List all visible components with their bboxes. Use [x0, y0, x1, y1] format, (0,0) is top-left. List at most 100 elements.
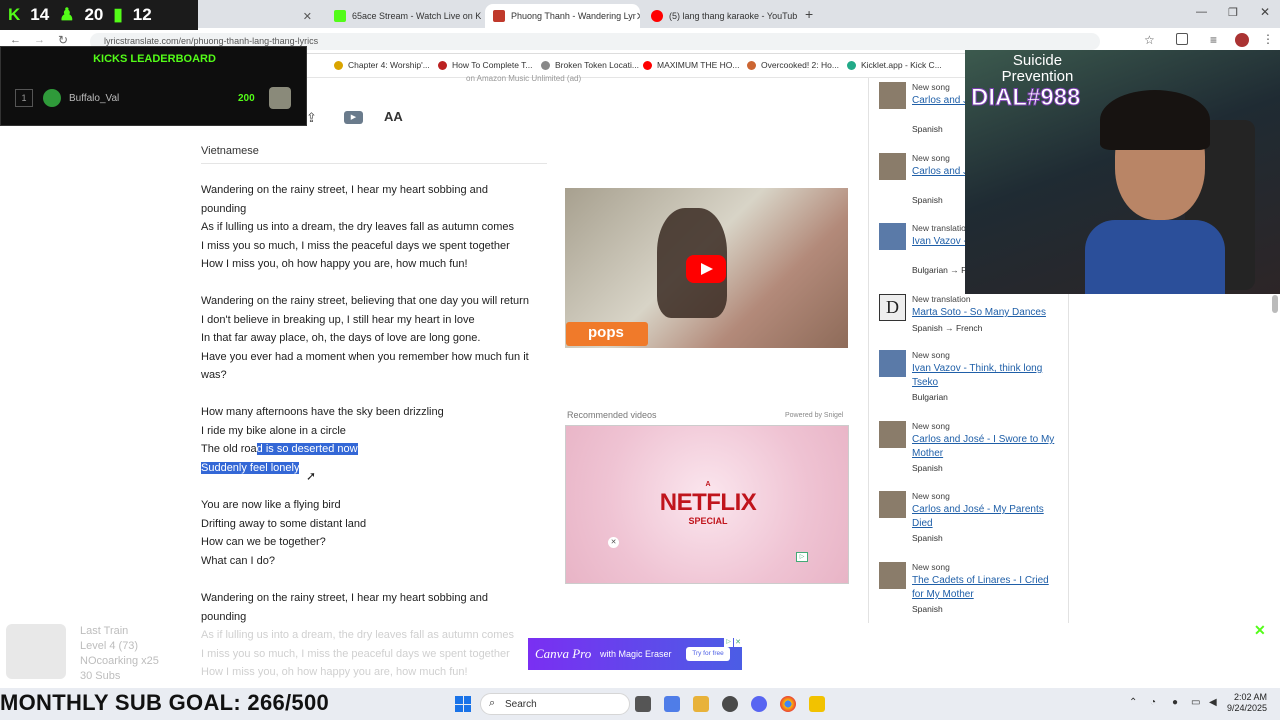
extensions-icon[interactable] — [1176, 33, 1188, 45]
leader-rank: 1 — [15, 89, 33, 107]
bookmark-icon — [747, 60, 756, 70]
star-icon[interactable]: ☆ — [1144, 33, 1155, 47]
back-icon[interactable]: ← — [10, 34, 21, 46]
leader-score: 200 — [238, 93, 255, 104]
close-icon[interactable]: ✕ — [608, 537, 619, 548]
youtube-icon[interactable]: ▶ — [344, 111, 363, 124]
source-language: Vietnamese — [201, 145, 259, 157]
streamer-hair — [1100, 90, 1210, 150]
tab-4[interactable]: (5) lang thang karaoke - YouTub ✕ — [643, 4, 798, 28]
close-icon[interactable]: ✕ — [1254, 622, 1266, 639]
search-icon: ⌕ — [489, 697, 496, 709]
discord-icon[interactable] — [751, 696, 767, 712]
adchoices-icon[interactable]: ▷ — [796, 552, 808, 562]
lyricstranslate-icon — [493, 10, 505, 22]
share-icon[interactable]: ⇪ — [306, 110, 317, 126]
restore-icon[interactable]: ❐ — [1228, 6, 1238, 19]
copilot-icon[interactable] — [664, 696, 680, 712]
close-icon[interactable]: ✕ — [636, 10, 640, 23]
profile-avatar[interactable] — [1235, 33, 1249, 47]
recommended-video[interactable]: A NETFLIX SPECIAL ✕ ▷ — [565, 425, 849, 584]
bookmark[interactable]: MAXIMUM THE HO... — [643, 60, 740, 70]
sub-goal-banner: MONTHLY SUB GOAL: 266/500 — [0, 690, 330, 715]
powered-by: Powered by Snigel — [785, 412, 844, 419]
reload-icon[interactable]: ↻ — [58, 33, 68, 47]
mouse-cursor-icon: ➚ — [306, 469, 317, 483]
suicide-prevention-banner: Suicide Prevention — [1001, 52, 1074, 85]
canva-ad[interactable]: Canva Pro with Magic Eraser Try for free… — [528, 638, 742, 670]
text-selection: Suddenly feel lonely — [201, 461, 300, 474]
bookmark[interactable]: Kicklet.app - Kick C... — [847, 60, 942, 70]
bookmark[interactable]: How To Complete T... — [438, 60, 532, 70]
tab-2[interactable]: 65ace Stream - Watch Live on K ✕ — [326, 4, 481, 28]
bookmark[interactable]: Chapter 4: Worship'... — [334, 60, 430, 70]
display-icon[interactable]: ▭ — [1191, 697, 1200, 708]
bookmark[interactable]: Overcooked! 2: Ho... — [747, 60, 839, 70]
hype-train: Last Train Level 4 (73) NOcoarking x25 3… — [80, 625, 159, 682]
lyric-line-selected: The old road is so deserted now — [201, 443, 358, 455]
kick-icon: K — [8, 5, 21, 24]
lyrics-stanza-5: Wandering on the rainy street, I hear my… — [201, 592, 488, 623]
close-icon[interactable]: ✕ — [303, 10, 312, 23]
video-player[interactable]: pops — [565, 188, 848, 348]
train-icon — [6, 624, 66, 679]
minimize-icon[interactable]: — — [1196, 6, 1207, 18]
menu-lines-icon[interactable]: ≡ — [1210, 33, 1217, 47]
microphone-icon[interactable]: ● — [1172, 697, 1178, 708]
windows-start-icon[interactable] — [455, 696, 471, 712]
chevron-up-icon[interactable]: ⌃ — [1129, 697, 1137, 708]
divider — [201, 163, 547, 164]
avatar — [43, 89, 61, 107]
close-icon[interactable]: ✕ — [797, 10, 798, 23]
clock[interactable]: 2:02 AM 9/24/2025 — [1225, 692, 1267, 714]
avatar — [879, 421, 906, 448]
forward-icon[interactable]: → — [34, 34, 45, 46]
tab-3[interactable]: Phuong Thanh - Wandering Lyr ✕ — [485, 4, 640, 28]
try-free-button[interactable]: Try for free — [686, 647, 730, 661]
more-icon[interactable]: ⋮ — [1262, 32, 1274, 46]
avatar — [879, 562, 906, 589]
followers-icon: ♟ — [59, 5, 75, 24]
bookmark-icon — [847, 60, 856, 70]
chrome-icon[interactable] — [780, 696, 796, 712]
scrollbar-thumb[interactable] — [1272, 295, 1278, 313]
network-icon[interactable]: ◔ — [1150, 697, 1156, 708]
play-button[interactable] — [686, 255, 726, 283]
obs-icon[interactable] — [722, 696, 738, 712]
pops-logo: pops — [566, 322, 648, 346]
avatar — [879, 223, 906, 250]
task-view-icon[interactable] — [635, 696, 651, 712]
stream-stats: K 14 ♟ 20 ▮ 12 — [0, 0, 198, 30]
recommended-label: Recommended videos — [567, 410, 657, 420]
font-size-icon[interactable]: AA — [384, 109, 403, 124]
taskbar-search[interactable]: ⌕ Search — [480, 693, 630, 715]
tab-3-label: Phuong Thanh - Wandering Lyr — [511, 11, 636, 21]
tab-4-label: (5) lang thang karaoke - YouTub — [669, 11, 798, 21]
subs-icon: ▮ — [113, 5, 123, 24]
new-tab-button[interactable]: + — [805, 6, 813, 22]
avatar — [879, 153, 906, 180]
hotline-number: DIAL#988 — [970, 84, 1081, 112]
youtube-icon — [651, 10, 663, 22]
lyrics-stanza-3: How many afternoons have the sky been dr… — [201, 406, 444, 474]
volume-icon[interactable]: ◀ — [1209, 697, 1217, 708]
file-explorer-icon[interactable] — [693, 696, 709, 712]
close-icon[interactable]: ✕ — [734, 638, 742, 647]
avatar — [879, 350, 906, 377]
kicks-leaderboard: KICKS LEADERBOARD 1 Buffalo_Val 200 — [0, 46, 307, 126]
webcam: Suicide Prevention DIAL#988 — [965, 50, 1280, 294]
streamer-shirt — [1085, 220, 1225, 294]
sticky-notes-icon[interactable] — [809, 696, 825, 712]
ad-header-partial: on Amazon Music Unlimited (ad) — [466, 74, 582, 83]
bookmark[interactable]: Broken Token Locati... — [541, 60, 639, 70]
lyrics-stanza-2: Wandering on the rainy street, believing… — [201, 295, 529, 381]
adchoices-icon[interactable]: ▷ — [724, 638, 733, 647]
avatar — [879, 82, 906, 109]
leader-name: Buffalo_Val — [69, 93, 120, 104]
window-close-icon[interactable]: ✕ — [1260, 5, 1270, 19]
text-selection: d is so deserted now — [256, 443, 358, 455]
avatar: D — [879, 294, 906, 321]
item-icon — [269, 87, 291, 109]
tab-2-label: 65ace Stream - Watch Live on K — [352, 11, 481, 21]
lyrics-stanza-4: You are now like a flying bird Drifting … — [201, 499, 367, 567]
